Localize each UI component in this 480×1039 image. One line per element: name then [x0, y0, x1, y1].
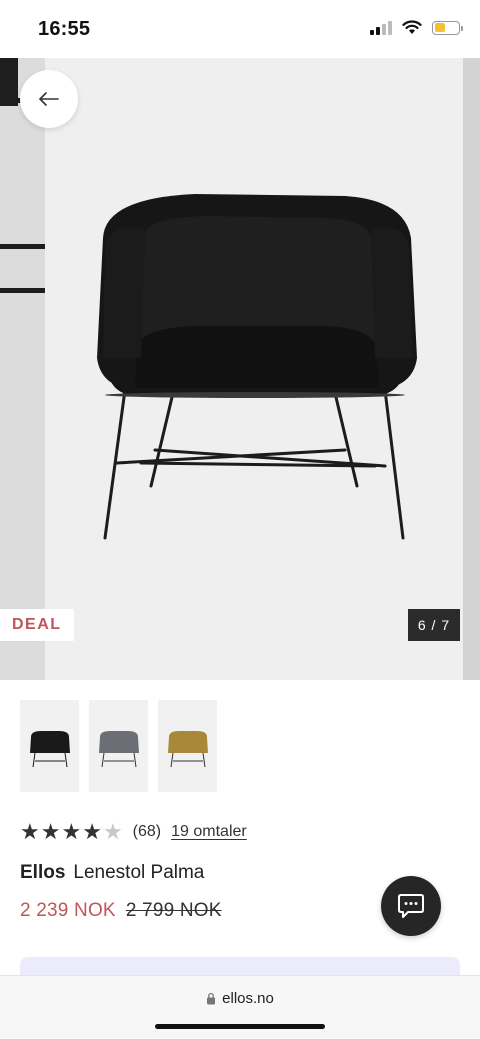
- original-price: 2 799 NOK: [125, 900, 222, 921]
- current-price: 2 239 NOK: [20, 900, 116, 921]
- chat-bubble-icon: [398, 894, 424, 918]
- url-text: ellos.no: [222, 990, 274, 1007]
- chair-thumbnail-icon: [29, 731, 70, 768]
- status-icons: [370, 20, 463, 35]
- next-image-peek[interactable]: [463, 58, 480, 680]
- thumbnail-ochre-chair[interactable]: [158, 700, 217, 792]
- product-rating: ★ ★ ★ ★ ★ (68) 19 omtaler: [20, 820, 247, 844]
- thumbnail-grey-chair[interactable]: [89, 700, 148, 792]
- chair-thumbnail-icon: [167, 731, 208, 768]
- star-filled-icon: ★: [82, 819, 102, 844]
- chat-button[interactable]: [381, 876, 441, 936]
- back-button[interactable]: [20, 70, 78, 128]
- deal-badge: DEAL: [0, 609, 74, 641]
- product-title: Ellos Lenestol Palma: [20, 862, 204, 884]
- star-filled-icon: ★: [20, 819, 40, 844]
- battery-icon: [432, 20, 463, 35]
- status-bar: 16:55: [0, 0, 480, 58]
- chair-thumbnail-icon: [98, 731, 139, 768]
- main-product-image[interactable]: [45, 58, 463, 680]
- image-counter: 6 / 7: [408, 609, 460, 641]
- browser-address-bar[interactable]: ellos.no: [0, 975, 480, 1039]
- star-rating: ★ ★ ★ ★ ★: [20, 821, 123, 843]
- thumbnail-black-chair[interactable]: [20, 700, 79, 792]
- wifi-icon: [402, 20, 422, 34]
- star-filled-icon: ★: [61, 819, 82, 844]
- product-name: Lenestol Palma: [73, 862, 205, 883]
- price-block: 2 239 NOK 2 799 NOK: [20, 900, 222, 922]
- status-time: 16:55: [38, 18, 91, 40]
- star-filled-icon: ★: [40, 819, 61, 844]
- thumbnail-strip: [20, 700, 217, 792]
- brand-name[interactable]: Ellos: [20, 862, 65, 883]
- arrow-left-icon: [39, 92, 59, 106]
- home-indicator[interactable]: [155, 1024, 325, 1029]
- armchair-image: [97, 194, 417, 540]
- url-display[interactable]: ellos.no: [0, 990, 480, 1007]
- lock-icon: [207, 992, 216, 1005]
- table-image-fragment: [0, 58, 45, 680]
- reviews-link[interactable]: 19 omtaler: [171, 823, 247, 841]
- product-image-gallery[interactable]: DEAL 6 / 7: [0, 58, 480, 680]
- rating-count: (68): [132, 823, 162, 840]
- cellular-signal-icon: [370, 20, 392, 35]
- star-empty-icon: ★: [102, 819, 123, 844]
- previous-image-peek[interactable]: [0, 58, 45, 680]
